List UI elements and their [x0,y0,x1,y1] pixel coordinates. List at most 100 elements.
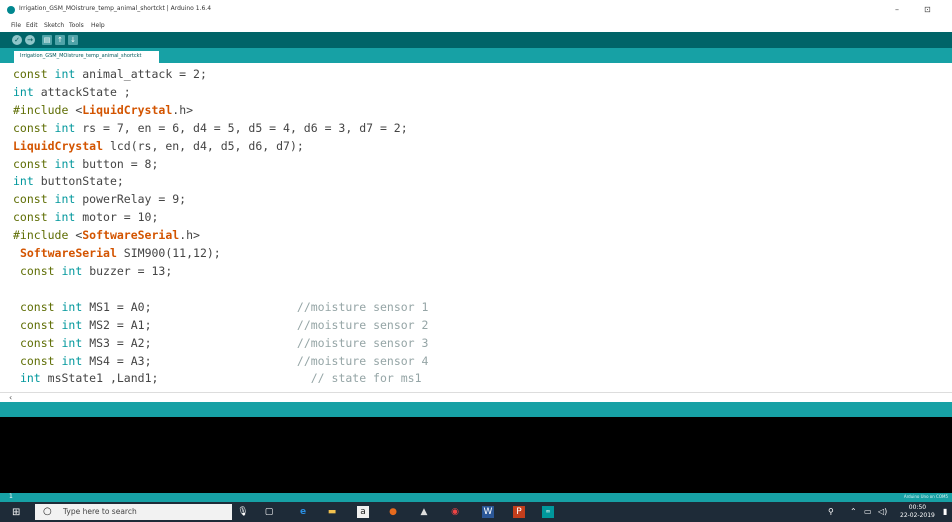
verify-icon[interactable]: ✓ [12,35,22,45]
menu-file[interactable]: File [11,22,21,29]
code-token: //moisture sensor 3 [296,335,429,350]
code-line[interactable]: #include <SoftwareSerial.h> [13,227,428,245]
code-line[interactable]: const int MS1 = A0; //moisture sensor 1 [13,299,429,317]
code-token: .h> [179,228,200,243]
open-sketch-icon[interactable]: ↑ [55,35,65,45]
code-line[interactable]: int attackState ; [13,84,428,102]
code-token: animal_attack = 2; [82,67,207,81]
maximize-button[interactable]: ⊡ [924,5,931,14]
code-token: attackState ; [40,84,131,99]
code-token: const [19,317,62,332]
code-line[interactable]: const int rs = 7, en = 6, d4 = 5, d5 = 4… [13,120,428,138]
console-output[interactable] [0,417,952,493]
code-token: //moisture sensor 1 [296,299,429,314]
code-token: MS2 = A1; [89,317,297,332]
chrome-icon[interactable]: ◉ [449,506,461,518]
code-line[interactable]: const int MS2 = A1; //moisture sensor 2 [13,317,429,335]
code-line[interactable]: const int powerRelay = 9; [13,191,428,209]
code-token: SoftwareSerial [82,228,180,243]
code-line[interactable]: const int buzzer = 13; [13,263,428,281]
code-token: int [13,84,41,99]
menu-bar: File Edit Sketch Tools Help [0,20,952,32]
code-token: MS1 = A0; [89,299,297,314]
notifications-icon[interactable]: ▮ [943,507,947,516]
code-token: button = 8; [82,156,159,171]
code-token: const [19,299,62,314]
taskbar-search-box[interactable]: ○ Type here to search [35,504,232,520]
code-line[interactable]: int msState1 ,Land1; // state for ms1 [13,370,428,388]
code-line[interactable] [13,281,428,299]
menu-sketch[interactable]: Sketch [44,22,64,29]
message-bar [0,402,952,417]
code-token: int [54,192,83,207]
code-token: //moisture sensor 4 [296,353,429,368]
code-line[interactable]: #include <LiquidCrystal.h> [13,102,428,120]
code-token: powerRelay = 9; [82,192,187,207]
new-sketch-icon[interactable]: ▤ [42,35,52,45]
code-token: const [13,120,55,135]
code-token: //moisture sensor 2 [296,317,429,332]
code-token: const [19,353,62,368]
microphone-icon[interactable]: 🎙 [237,506,249,518]
code-token: int [54,120,83,135]
code-token: #include [13,228,76,243]
code-line[interactable]: int buttonState; [13,173,428,191]
file-explorer-icon[interactable]: ▬ [326,506,338,518]
arduino-app-icon [7,6,15,14]
code-token: rs = 7, en = 6, d4 = 5, d5 = 4, d6 = 3, … [82,120,408,135]
tab-sketch[interactable]: Irrigation_GSM_MOistrure_temp_animal_sho… [14,51,159,63]
code-token: MS4 = A3; [89,353,297,368]
code-line[interactable]: const int MS3 = A2; //moisture sensor 3 [13,335,429,353]
code-text[interactable]: const int animal_attack = 2; int attackSt… [13,66,428,388]
code-token: int [61,317,90,332]
board-port-label: Arduino Uno on COM5 [903,494,948,499]
code-editor[interactable]: const int animal_attack = 2; int attackSt… [0,63,952,392]
store-icon[interactable]: a [357,506,369,518]
code-token: #include [13,102,76,117]
upload-icon[interactable]: → [25,35,35,45]
code-token: SoftwareSerial [19,246,124,261]
menu-help[interactable]: Help [91,22,105,29]
code-token: const [13,210,55,225]
code-token: // state for ms1 [310,371,422,386]
code-line[interactable]: LiquidCrystal lcd(rs, en, d4, d5, d6, d7… [13,138,428,156]
code-line[interactable]: const int animal_attack = 2; [13,66,428,84]
code-line[interactable]: const int motor = 10; [13,209,428,227]
window-title: Irrigation_GSM_MOistrure_temp_animal_sho… [19,5,212,12]
code-token: SIM900(11,12); [123,246,221,261]
menu-edit[interactable]: Edit [26,22,38,29]
tray-chevron-icon[interactable]: ⌃ [850,507,857,516]
windows-start-icon[interactable]: ⊞ [12,507,20,518]
windows-taskbar: ⊞ ○ Type here to search 🎙 ▢ e ▬ a ● ▲ ◉ … [0,502,952,522]
scroll-left-icon[interactable]: ‹ [9,393,12,402]
code-token: int [54,210,83,225]
task-view-icon[interactable]: ▢ [263,506,275,518]
taskbar-clock[interactable]: 00:50 22-02-2019 [900,504,935,520]
battery-icon[interactable]: ▭ [864,507,872,516]
menu-tools[interactable]: Tools [69,22,84,29]
arduino-taskbar-icon[interactable]: ∞ [542,506,554,518]
minimize-button[interactable]: – [895,5,899,14]
code-line[interactable]: const int MS4 = A3; //moisture sensor 4 [13,353,429,371]
volume-icon[interactable]: ◁) [878,507,887,516]
people-icon[interactable]: ⚲ [828,507,834,516]
edge-browser-icon[interactable]: e [297,506,309,518]
code-token: LiquidCrystal [82,102,173,117]
code-token: const [19,263,62,278]
photos-icon[interactable]: ▲ [418,506,430,518]
code-line[interactable]: const int button = 8; [13,156,428,174]
word-icon[interactable]: W [482,506,494,518]
save-sketch-icon[interactable]: ↓ [68,35,78,45]
firefox-icon[interactable]: ● [387,506,399,518]
code-token: int [61,353,90,368]
code-line[interactable]: SoftwareSerial SIM900(11,12); [13,245,428,263]
code-token: buttonState; [40,174,124,189]
line-number: 1 [9,493,13,500]
code-token: const [13,192,55,207]
powerpoint-icon[interactable]: P [513,506,525,518]
